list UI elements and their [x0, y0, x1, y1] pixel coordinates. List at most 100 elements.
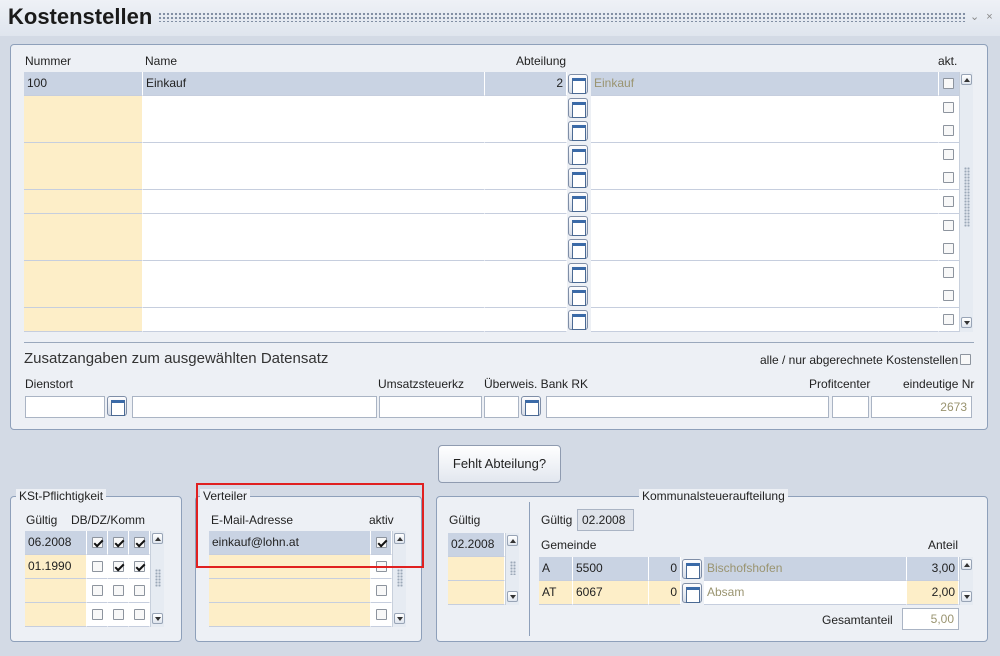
abteilung-lookup-icon[interactable]: [568, 262, 588, 283]
cell-abteilung[interactable]: [485, 213, 567, 238]
cell-code[interactable]: AT: [539, 581, 573, 605]
ueberweis-field[interactable]: [484, 396, 519, 418]
table-row[interactable]: A 5500 0 Bischofshofen 3,00: [539, 557, 959, 581]
akt-checkbox[interactable]: [943, 148, 954, 160]
cell-abteilung[interactable]: [485, 237, 567, 262]
cell-gueltig[interactable]: [25, 579, 87, 603]
cell-nr[interactable]: 5500: [573, 557, 649, 581]
table-row[interactable]: AT 6067 0 Absam 2,00: [539, 581, 959, 605]
akt-checkbox[interactable]: [943, 266, 954, 278]
cell-name[interactable]: [143, 260, 485, 285]
cell-abteilung[interactable]: [485, 166, 567, 191]
abteilung-lookup-icon[interactable]: [568, 121, 588, 142]
table-row[interactable]: [24, 260, 960, 285]
table-row[interactable]: [24, 190, 960, 214]
cell-abteilung[interactable]: [485, 260, 567, 285]
cell-flag[interactable]: 0: [649, 557, 681, 581]
scroll-grip[interactable]: [964, 167, 970, 227]
cell-name[interactable]: [143, 119, 485, 144]
db-checkbox[interactable]: [92, 609, 103, 620]
cell-flag[interactable]: 0: [649, 581, 681, 605]
table-row[interactable]: [209, 579, 392, 603]
cell-nummer[interactable]: [24, 119, 143, 144]
abteilung-lookup-icon[interactable]: [568, 286, 588, 307]
dz-checkbox[interactable]: [113, 609, 124, 620]
kommunal-scrollbar[interactable]: [959, 557, 973, 605]
fehlt-abteilung-button[interactable]: Fehlt Abteilung?: [438, 445, 561, 483]
cell-nr[interactable]: 6067: [573, 581, 649, 605]
dienstort-name-field[interactable]: [132, 396, 377, 418]
cell-nummer[interactable]: 100: [24, 72, 143, 96]
cell-abteilung[interactable]: [485, 308, 567, 332]
cell-gueltig[interactable]: 01.1990: [25, 555, 87, 579]
cell-name[interactable]: [143, 213, 485, 238]
akt-checkbox[interactable]: [943, 125, 954, 137]
umsatzsteuerkz-field[interactable]: [379, 396, 482, 418]
gemeinde-lookup-icon[interactable]: [682, 559, 702, 579]
cell-name[interactable]: [143, 142, 485, 167]
akt-checkbox[interactable]: [943, 290, 954, 302]
cell-abteilung[interactable]: [485, 142, 567, 167]
scroll-down-icon[interactable]: [961, 591, 972, 602]
scroll-up-icon[interactable]: [507, 535, 518, 546]
akt-checkbox[interactable]: [943, 172, 954, 184]
cell-nummer[interactable]: [24, 308, 143, 332]
scroll-up-icon[interactable]: [961, 74, 972, 85]
grid-scrollbar[interactable]: [959, 72, 973, 332]
komm-checkbox[interactable]: [134, 537, 145, 548]
cell-name[interactable]: [143, 166, 485, 191]
dienstort-lookup-icon[interactable]: [107, 396, 127, 416]
table-row[interactable]: 100 Einkauf 2 Einkauf: [24, 72, 960, 96]
cell-anteil[interactable]: 3,00: [907, 557, 959, 581]
abteilung-lookup-icon[interactable]: [568, 192, 588, 212]
table-row[interactable]: 06.2008: [25, 531, 150, 555]
scroll-down-icon[interactable]: [507, 591, 518, 602]
komm-checkbox[interactable]: [134, 609, 145, 620]
cell-nummer[interactable]: [24, 284, 143, 309]
filter-checkbox[interactable]: [960, 354, 971, 365]
abteilung-lookup-icon[interactable]: [568, 239, 588, 260]
abteilung-lookup-icon[interactable]: [568, 215, 588, 236]
scroll-up-icon[interactable]: [152, 533, 163, 544]
cell-name[interactable]: [143, 95, 485, 120]
komm-checkbox[interactable]: [134, 585, 145, 596]
window-controls[interactable]: ⌄ ×: [970, 10, 995, 23]
cell-abteilung[interactable]: 2: [485, 72, 567, 96]
cell-abteilung[interactable]: [485, 190, 567, 214]
abteilung-lookup-icon[interactable]: [568, 144, 588, 165]
table-row[interactable]: [24, 308, 960, 332]
aktiv-checkbox[interactable]: [376, 609, 387, 620]
list-item[interactable]: 02.2008: [448, 533, 505, 557]
scroll-down-icon[interactable]: [394, 613, 405, 624]
table-row[interactable]: [24, 119, 960, 144]
dienstort-field[interactable]: [25, 396, 105, 418]
table-row[interactable]: [24, 95, 960, 120]
cell-abteilung[interactable]: [485, 284, 567, 309]
scroll-grip[interactable]: [155, 569, 161, 587]
dz-checkbox[interactable]: [113, 537, 124, 548]
cell-abteilung[interactable]: [485, 119, 567, 144]
cell-abteilung[interactable]: [485, 95, 567, 120]
db-checkbox[interactable]: [92, 585, 103, 596]
db-checkbox[interactable]: [92, 561, 103, 572]
cell-nummer[interactable]: [24, 95, 143, 120]
ueberweis-name-field[interactable]: [546, 396, 829, 418]
cell-name[interactable]: [143, 284, 485, 309]
table-row[interactable]: [25, 603, 150, 627]
db-checkbox[interactable]: [92, 537, 103, 548]
cell-name[interactable]: [143, 190, 485, 214]
aktiv-checkbox[interactable]: [376, 585, 387, 596]
table-row[interactable]: 01.1990: [25, 555, 150, 579]
akt-checkbox[interactable]: [943, 78, 954, 89]
cell-code[interactable]: A: [539, 557, 573, 581]
table-row[interactable]: [24, 213, 960, 238]
cell-gueltig[interactable]: [25, 603, 87, 627]
akt-checkbox[interactable]: [943, 219, 954, 231]
scroll-down-icon[interactable]: [961, 317, 972, 328]
cell-nummer[interactable]: [24, 213, 143, 238]
table-row[interactable]: [24, 284, 960, 309]
cell-nummer[interactable]: [24, 142, 143, 167]
cell-name[interactable]: [143, 237, 485, 262]
abteilung-lookup-icon[interactable]: [568, 310, 588, 330]
table-row[interactable]: [24, 166, 960, 191]
